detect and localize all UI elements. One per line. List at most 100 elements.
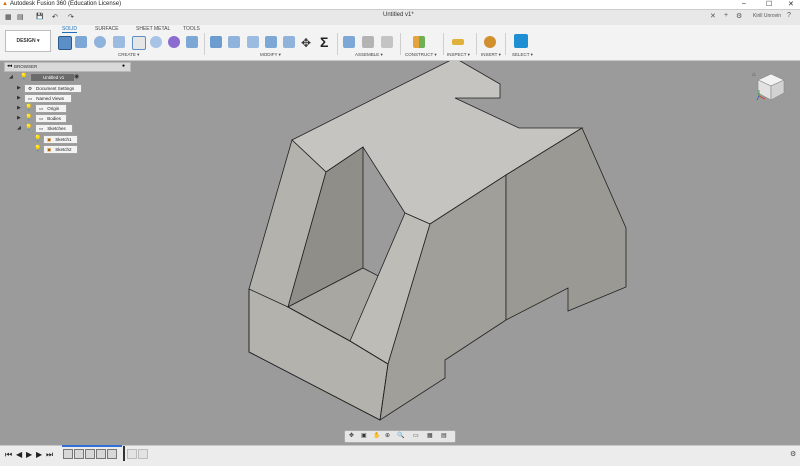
pan-icon[interactable]: ✋ [373,432,380,439]
browser-item-sketch2[interactable]: ▣ Sketch2 [43,145,78,154]
visibility-bulb-icon[interactable]: 💡 [25,124,32,131]
expand-root-icon[interactable]: ◢ [9,74,13,80]
create-menu[interactable]: CREATE ▾ [118,52,139,58]
tab-surface[interactable]: SURFACE [95,26,119,32]
as-built-joint-icon[interactable] [381,36,393,48]
go-to-end-icon[interactable]: ⏭ [46,450,53,460]
timeline-marker[interactable] [123,446,125,461]
play-icon[interactable]: ▶ [26,450,32,459]
settings-icon[interactable]: ⚙ [736,12,742,20]
visibility-bulb-icon[interactable]: 💡 [25,114,32,121]
step-back-icon[interactable]: ◀ [16,450,22,459]
expand-icon[interactable]: ▶ [17,85,21,91]
timeline-suppressed[interactable] [127,449,137,459]
inspect-menu[interactable]: INSPECT ▾ [447,52,470,58]
press-pull-icon[interactable] [210,36,222,48]
help-icon[interactable]: ? [787,12,791,19]
timeline-sketch[interactable] [85,449,95,459]
visibility-bulb-icon[interactable]: 💡 [20,73,27,80]
revolve-icon[interactable] [94,36,106,48]
orbit-icon[interactable]: ✥ [349,432,354,439]
tab-sheet-metal[interactable]: SHEET METAL [136,26,170,32]
visibility-bulb-icon[interactable]: 💡 [25,104,32,111]
canvas-viewport[interactable] [0,61,800,445]
browser-panel-header[interactable]: ◂◂ BROWSER ● [4,62,131,72]
grid-settings-icon[interactable]: ▦ [427,432,433,439]
expand-icon[interactable]: ▶ [17,105,21,111]
visibility-bulb-icon[interactable]: 💡 [34,135,41,142]
loft-icon[interactable] [132,36,146,50]
user-name[interactable]: Kirill Unrovin [753,13,781,19]
zoom-icon[interactable]: ⊕ [385,432,390,439]
tab-solid[interactable]: SOLID [62,26,78,33]
measure-icon[interactable] [452,39,464,45]
minimize-button[interactable]: – [742,0,746,7]
tab-tools[interactable]: TOOLS [183,26,200,32]
close-tab-icon[interactable]: ✕ [710,12,716,20]
browser-item-sketches[interactable]: ▭ Sketches [35,124,73,133]
timeline-bar: ⏮ ◀ ▶ ▶ ⏭ ⚙ [0,445,800,466]
move-copy-icon[interactable]: ✥ [301,36,311,50]
collapse-sketches-icon[interactable]: ◢ [17,125,21,131]
browser-item-named-views[interactable]: ▭ Named Views [24,94,72,103]
joint-icon[interactable] [362,36,374,48]
pin-icon[interactable]: ● [122,63,125,69]
close-button[interactable]: ✕ [788,0,794,8]
parameters-icon[interactable]: Σ [320,34,328,50]
assemble-menu[interactable]: ASSEMBLE ▾ [355,52,383,58]
browser-item-origin[interactable]: ▭ Origin [35,104,67,113]
timeline-settings-icon[interactable]: ⚙ [790,450,796,458]
select-icon[interactable] [514,34,528,48]
view-cube[interactable] [756,72,786,102]
form-icon[interactable] [168,36,180,48]
step-forward-icon[interactable]: ▶ [36,450,42,459]
insert-icon[interactable] [484,36,496,48]
save-icon[interactable]: 💾 [36,13,43,20]
timeline-extrude[interactable] [96,449,106,459]
offset-plane-icon[interactable] [413,36,425,48]
document-tab[interactable]: Untitled v1* [383,12,414,18]
maximize-button[interactable]: ☐ [766,0,772,8]
select-menu[interactable]: SELECT ▾ [512,52,533,58]
modify-menu[interactable]: MODIFY ▾ [260,52,281,58]
fillet-icon[interactable] [228,36,240,48]
workspace-selector[interactable]: DESIGN ▾ [5,30,51,52]
fit-icon[interactable]: 🔍 [397,432,404,439]
create-sketch-icon[interactable] [58,36,72,50]
rib-icon[interactable] [150,36,162,48]
shell-icon[interactable] [265,36,277,48]
data-panel-icon[interactable]: ▦ [5,13,12,21]
new-tab-button[interactable]: + [724,12,728,19]
browser-root[interactable]: Untitled v1 [30,73,75,82]
mirror-icon[interactable] [186,36,198,48]
home-view-icon[interactable]: ⌂ [752,72,756,78]
undo-icon[interactable]: ↶ [52,13,58,21]
redo-icon[interactable]: ↷ [68,13,74,21]
insert-menu[interactable]: INSERT ▾ [481,52,501,58]
timeline-extrude[interactable] [107,449,117,459]
timeline-extrude[interactable] [74,449,84,459]
collapse-icon[interactable]: ◂◂ [7,63,12,69]
chamfer-icon[interactable] [247,36,259,48]
scale-icon[interactable] [283,36,295,48]
display-settings-icon[interactable]: ▭ [413,432,419,439]
visibility-bulb-icon[interactable]: 💡 [34,145,41,152]
go-to-start-icon[interactable]: ⏮ [5,450,12,460]
browser-item-bodies[interactable]: ▭ Bodies [35,114,67,123]
expand-icon[interactable]: ▶ [17,95,21,101]
timeline-suppressed[interactable] [138,449,148,459]
expand-icon[interactable]: ▶ [17,115,21,121]
toolbar-separator [204,33,205,55]
construct-menu[interactable]: CONSTRUCT ▾ [405,52,437,58]
sweep-icon[interactable] [113,36,125,48]
activate-icon[interactable]: ◉ [74,73,79,80]
file-menu-icon[interactable]: ▤ [17,13,24,21]
viewports-icon[interactable]: ▤ [441,432,447,439]
extrude-icon[interactable] [75,36,87,48]
browser-item-sketch1[interactable]: ▣ Sketch1 [43,135,78,144]
new-component-icon[interactable] [343,36,355,48]
browser-item-document-settings[interactable]: ⚙ Document Settings [24,84,82,93]
timeline-sketch[interactable] [63,449,73,459]
model-canvas[interactable] [0,61,800,445]
look-at-icon[interactable]: ▣ [361,432,367,439]
